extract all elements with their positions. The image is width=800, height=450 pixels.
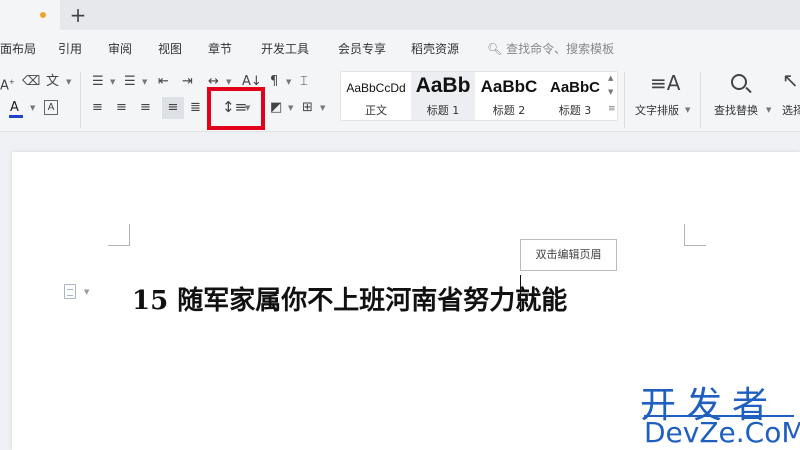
tab-bar: +: [0, 0, 800, 30]
unsaved-dot-icon: [40, 12, 46, 18]
edit-header-hint[interactable]: 双击编辑页眉: [520, 239, 617, 271]
chevron-down-icon: ▼: [685, 106, 691, 114]
numbered-list-icon[interactable]: ☰: [124, 74, 136, 90]
text-cursor: [520, 275, 521, 312]
chevron-down-icon[interactable]: ▼: [608, 88, 613, 96]
chevron-down-icon[interactable]: ▼: [226, 78, 231, 86]
phonetic-guide-icon[interactable]: 文: [46, 74, 59, 90]
character-border-icon[interactable]: A: [44, 100, 58, 115]
align-left-icon[interactable]: ≡: [92, 100, 103, 116]
divider: [624, 72, 625, 128]
divider: [700, 72, 701, 128]
menu-review[interactable]: 审阅: [108, 40, 132, 57]
chevron-down-icon[interactable]: ▼: [110, 78, 115, 86]
margin-corner-right: [684, 224, 706, 246]
text-layout-label: 文字排版: [635, 104, 679, 117]
chevron-down-icon[interactable]: ▼: [66, 78, 71, 86]
font-color-icon[interactable]: A: [10, 100, 19, 116]
chevron-down-icon[interactable]: ▼: [30, 104, 35, 112]
select-label: 选择: [782, 104, 800, 117]
menu-bar: 面布局 引用 审阅 视图 章节 开发工具 会员专享 稻壳资源 🔍︎ 查找命令、搜…: [0, 30, 800, 66]
borders-icon[interactable]: ⊞: [302, 100, 313, 116]
text-layout-icon: ≡A: [650, 71, 681, 95]
tab-ruler-icon[interactable]: ⌶: [300, 74, 308, 90]
find-replace-button[interactable]: 查找替换 ▼: [708, 72, 774, 122]
cursor-arrow-icon: ↖: [782, 72, 799, 92]
watermark-en: DevZe.CoM: [644, 416, 800, 449]
chevron-down-icon[interactable]: ▼: [286, 78, 291, 86]
increase-indent-icon[interactable]: ⇥: [182, 74, 193, 90]
align-right-icon[interactable]: ≡: [140, 100, 151, 116]
style-heading-1[interactable]: AaBb 标题 1: [411, 72, 475, 120]
show-marks-icon[interactable]: ¶: [270, 74, 278, 90]
new-tab-button[interactable]: +: [68, 4, 88, 26]
style-name: 标题 2: [492, 104, 526, 117]
bullet-list-icon[interactable]: ☰: [92, 74, 104, 90]
magnifier-handle: [745, 86, 752, 94]
style-sample: AaBbC: [549, 79, 600, 96]
align-center-icon[interactable]: ≡: [116, 100, 127, 116]
decrease-indent-icon[interactable]: ⇤: [158, 74, 169, 90]
line-spacing-highlight: [207, 87, 265, 130]
style-name: 标题 3: [558, 104, 592, 117]
style-heading-2[interactable]: AaBbC 标题 2: [477, 72, 541, 120]
style-name: 正文: [365, 104, 387, 117]
select-button[interactable]: ↖ 选择: [778, 72, 800, 122]
style-heading-3[interactable]: AaBbC 标题 3: [543, 72, 607, 120]
menu-chapter[interactable]: 章节: [208, 40, 232, 57]
style-name: 标题 1: [426, 104, 460, 117]
find-replace-label: 查找替换: [714, 104, 758, 117]
text-layout-button[interactable]: ≡A 文字排版 ▼: [630, 72, 692, 122]
menu-references[interactable]: 引用: [58, 40, 82, 57]
document-tab[interactable]: [0, 0, 60, 30]
divider: [80, 72, 81, 128]
chevron-down-icon: ▼: [766, 106, 772, 114]
style-sample: AaBb: [415, 74, 471, 97]
chevron-down-icon[interactable]: ▼: [142, 78, 147, 86]
justify-icon[interactable]: ≡: [162, 97, 184, 119]
menu-page-layout[interactable]: 面布局: [0, 40, 36, 57]
command-search-label: 查找命令、搜索模板: [506, 42, 615, 56]
menu-view[interactable]: 视图: [158, 40, 182, 57]
style-sample: AaBbCcDd: [346, 81, 406, 95]
style-sample: AaBbC: [480, 77, 538, 96]
style-normal[interactable]: AaBbCcDd 正文: [343, 72, 409, 120]
styles-gallery: AaBbCcDd 正文 AaBb 标题 1 AaBbC 标题 2 AaBbC 标…: [340, 71, 618, 121]
menu-developer-tools[interactable]: 开发工具: [261, 40, 309, 57]
command-search[interactable]: 🔍︎ 查找命令、搜索模板: [487, 40, 614, 57]
menu-member[interactable]: 会员专享: [338, 40, 386, 57]
font-size-increase-icon[interactable]: A+: [0, 74, 15, 94]
shading-icon[interactable]: ◩: [270, 100, 282, 116]
chevron-down-icon[interactable]: ▼: [84, 288, 89, 296]
paragraph-layout-icon[interactable]: [64, 284, 76, 299]
expand-styles-icon[interactable]: ≡: [608, 104, 616, 114]
margin-corner-left: [108, 224, 130, 246]
chevron-down-icon[interactable]: ▼: [320, 104, 325, 112]
font-color-swatch: [9, 115, 23, 118]
distributed-align-icon[interactable]: ≣: [190, 100, 201, 116]
chevron-up-icon[interactable]: ▲: [608, 74, 613, 82]
chevron-down-icon[interactable]: ▼: [288, 104, 293, 112]
clear-format-icon[interactable]: ⌫: [22, 74, 40, 90]
search-icon: 🔍︎: [487, 42, 503, 56]
document-body-text[interactable]: 15 随军家属你不上班河南省努力就能: [132, 280, 567, 317]
menu-docer-resources[interactable]: 稻壳资源: [411, 40, 459, 57]
